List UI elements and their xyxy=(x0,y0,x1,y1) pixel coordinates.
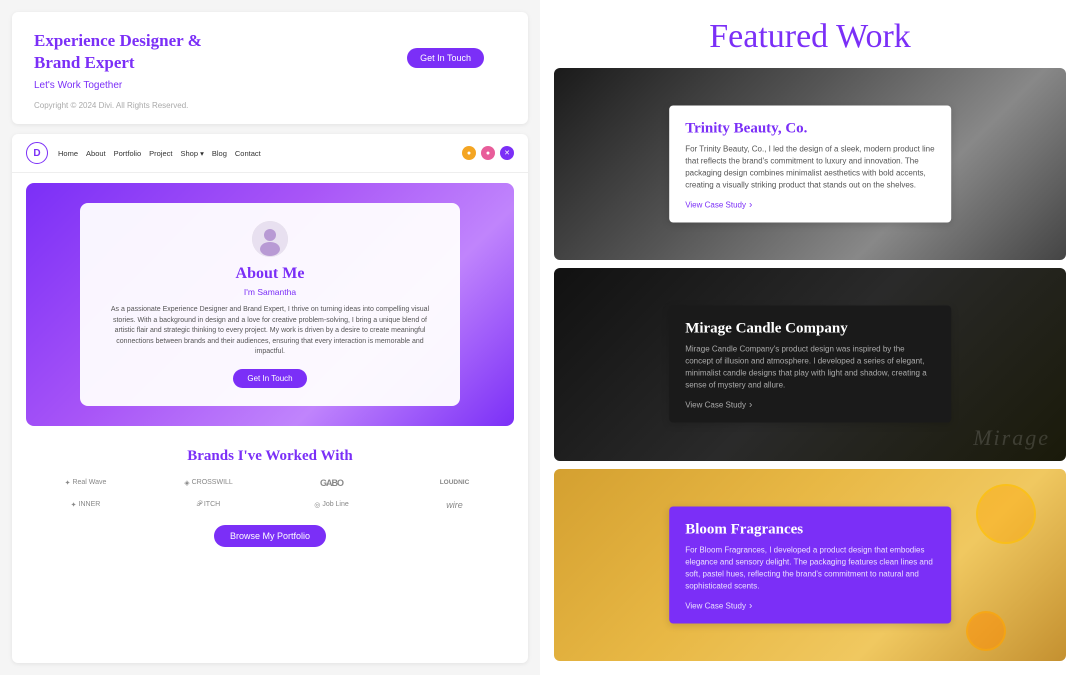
hero-section: About Me I'm Samantha As a passionate Ex… xyxy=(26,183,514,426)
card-bloom-link[interactable]: View Case Study › xyxy=(685,600,935,611)
website-card: D Home About Portfolio Project Shop ▾ Bl… xyxy=(12,134,528,663)
get-in-touch-button-top[interactable]: Get In Touch xyxy=(407,48,484,68)
brand-loudnic: LOUDNIC xyxy=(395,475,514,491)
left-panel: Experience Designer & Brand Expert Let's… xyxy=(0,0,540,675)
card-bloom-company: Bloom Fragrances xyxy=(685,520,935,538)
browse-portfolio-button[interactable]: Browse My Portfolio xyxy=(214,525,326,547)
featured-card-mirage: Mirage Mirage Candle Company Mirage Cand… xyxy=(554,268,1066,460)
nav-about[interactable]: About xyxy=(86,149,106,158)
featured-work-title: Featured Work xyxy=(540,0,1080,68)
card-trinity-description: For Trinity Beauty, Co., I led the desig… xyxy=(685,144,935,192)
featured-card-bloom: Bloom Fragrances For Bloom Fragrances, I… xyxy=(554,469,1066,661)
nav-shop[interactable]: Shop ▾ xyxy=(180,149,203,158)
nav-icons: ● ● ✕ xyxy=(462,146,514,160)
card-trinity-content: Trinity Beauty, Co. For Trinity Beauty, … xyxy=(669,106,951,223)
featured-card-trinity: Trinity Beauty, Co. For Trinity Beauty, … xyxy=(554,68,1066,260)
brands-title: Brands I've Worked With xyxy=(26,448,514,465)
nav-icon-pink[interactable]: ● xyxy=(481,146,495,160)
brand-jobline: ◎Job Line xyxy=(272,497,391,513)
copyright-text: Copyright © 2024 Divi. All Rights Reserv… xyxy=(34,101,506,110)
card-trinity-company: Trinity Beauty, Co. xyxy=(685,120,935,138)
arrow-icon-bloom: › xyxy=(749,600,752,611)
brands-grid: ✦Real Wave ◈CROSSWILL GABO LOUDNIC ✦INNE… xyxy=(26,475,514,513)
top-card-inner: Experience Designer & Brand Expert Let's… xyxy=(34,30,506,91)
card-bloom-content: Bloom Fragrances For Bloom Fragrances, I… xyxy=(669,506,951,623)
top-card-subtitle: Let's Work Together xyxy=(34,80,506,91)
nav-blog[interactable]: Blog xyxy=(212,149,227,158)
featured-cards: Trinity Beauty, Co. For Trinity Beauty, … xyxy=(540,68,1080,675)
nav-contact[interactable]: Contact xyxy=(235,149,261,158)
nav-portfolio[interactable]: Portfolio xyxy=(114,149,142,158)
hero-title: About Me xyxy=(104,265,437,283)
brand-gabo: GABO xyxy=(272,475,391,491)
hero-inner-card: About Me I'm Samantha As a passionate Ex… xyxy=(80,203,461,406)
hero-avatar xyxy=(252,221,288,257)
brands-section: Brands I've Worked With ✦Real Wave ◈CROS… xyxy=(12,436,528,559)
nav-logo: D xyxy=(26,142,48,164)
card-mirage-content: Mirage Candle Company Mirage Candle Comp… xyxy=(669,306,951,423)
arrow-icon-mirage: › xyxy=(749,400,752,411)
citrus-decoration-2 xyxy=(966,611,1006,651)
hero-description: As a passionate Experience Designer and … xyxy=(104,305,437,358)
brand-crosswill: ◈CROSSWILL xyxy=(149,475,268,491)
card-mirage-link[interactable]: View Case Study › xyxy=(685,400,935,411)
nav-project[interactable]: Project xyxy=(149,149,172,158)
nav-home[interactable]: Home xyxy=(58,149,78,158)
brand-inner: ✦INNER xyxy=(26,497,145,513)
card-trinity-link[interactable]: View Case Study › xyxy=(685,200,935,211)
brand-pitch: 𝒫ITCH xyxy=(149,497,268,513)
right-panel: Featured Work Trinity Beauty, Co. For Tr… xyxy=(540,0,1080,675)
card-mirage-company: Mirage Candle Company xyxy=(685,320,935,338)
nav-icon-purple[interactable]: ✕ xyxy=(500,146,514,160)
brand-wire: wire xyxy=(395,497,514,513)
arrow-icon: › xyxy=(749,200,752,211)
brand-realwave: ✦Real Wave xyxy=(26,475,145,491)
nav-links: Home About Portfolio Project Shop ▾ Blog… xyxy=(58,149,452,158)
nav-bar: D Home About Portfolio Project Shop ▾ Bl… xyxy=(12,134,528,173)
mirage-watermark: Mirage xyxy=(973,425,1050,451)
card-mirage-description: Mirage Candle Company's product design w… xyxy=(685,344,935,392)
top-card: Experience Designer & Brand Expert Let's… xyxy=(12,12,528,124)
citrus-decoration-1 xyxy=(976,484,1036,544)
nav-icon-orange[interactable]: ● xyxy=(462,146,476,160)
hero-subtitle: I'm Samantha xyxy=(104,287,437,297)
card-bloom-description: For Bloom Fragrances, I developed a prod… xyxy=(685,544,935,592)
hero-get-in-touch-button[interactable]: Get In Touch xyxy=(233,369,306,388)
